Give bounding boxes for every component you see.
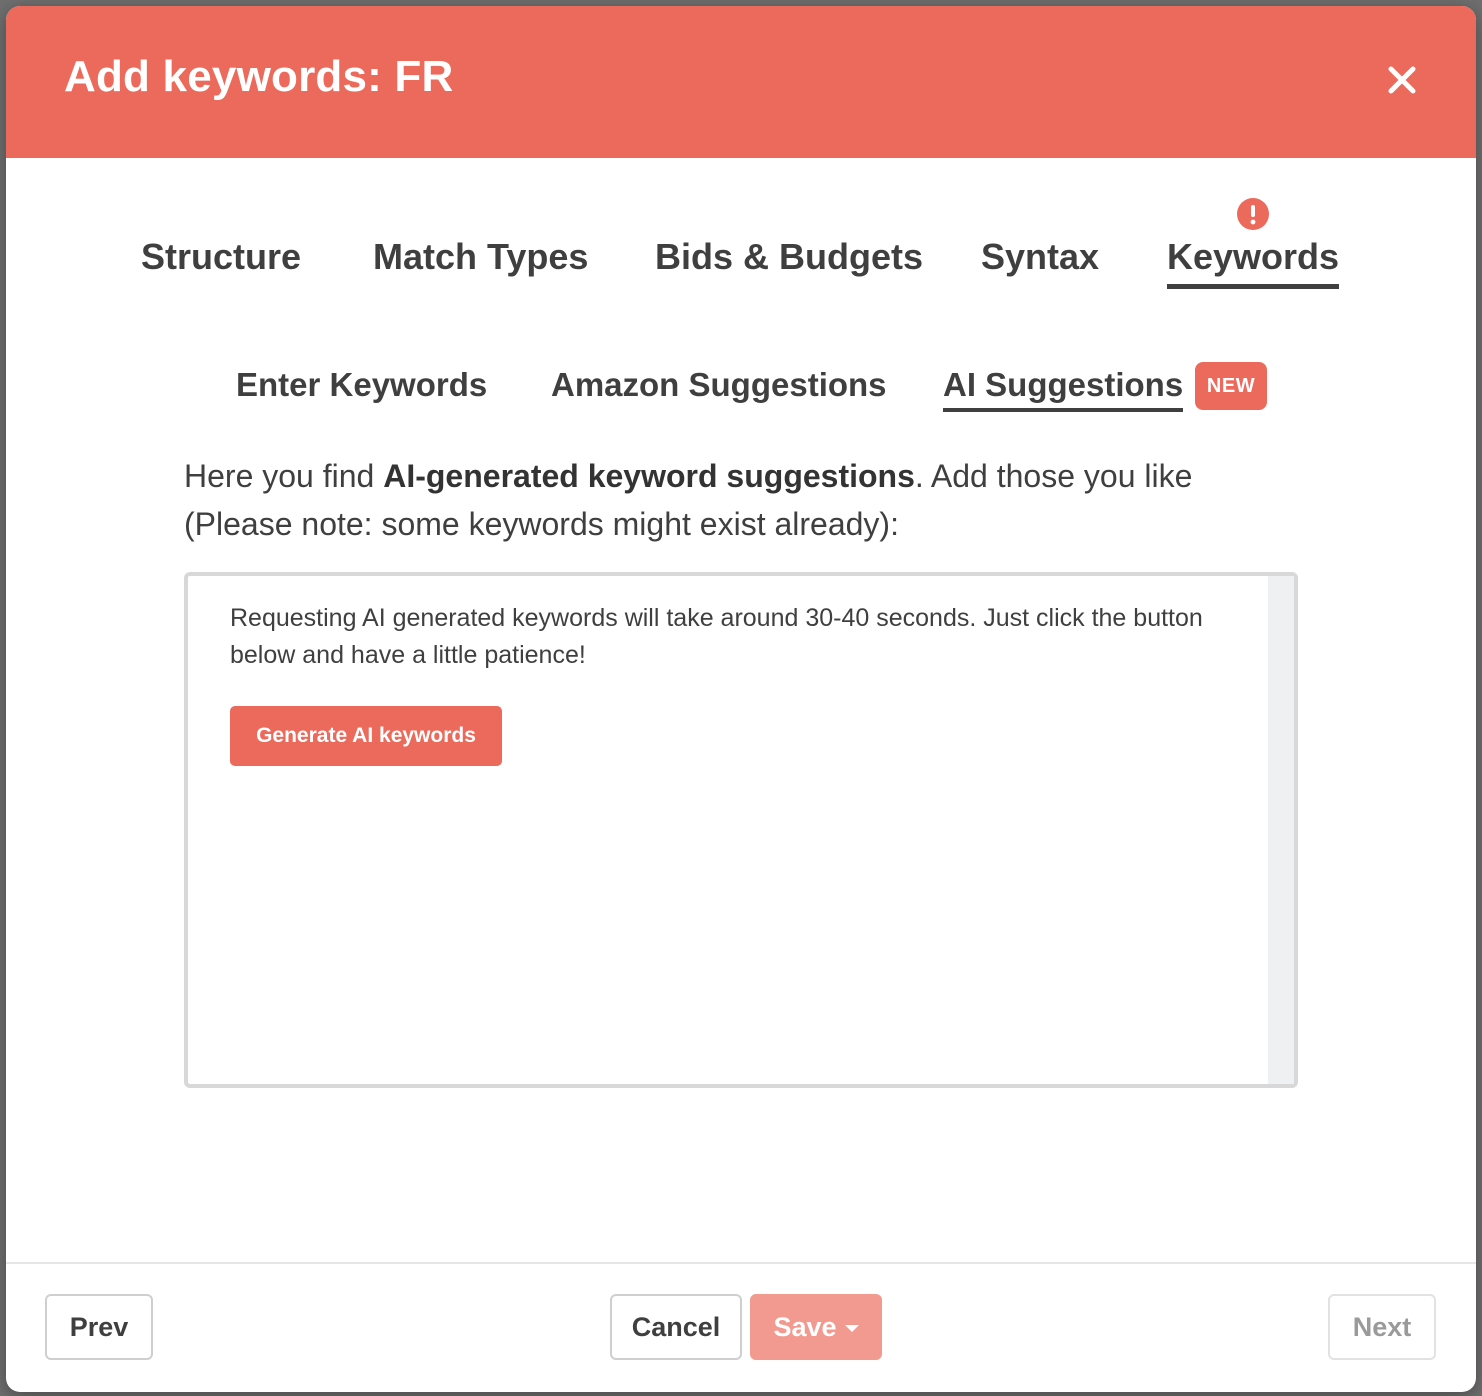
- close-icon: [1388, 66, 1416, 94]
- tab-match-types[interactable]: Match Types: [373, 236, 588, 284]
- add-keywords-modal: Add keywords: FR Structure Match Types B…: [6, 6, 1476, 1392]
- tab-bids-budgets[interactable]: Bids & Budgets: [655, 236, 923, 284]
- save-label: Save: [773, 1311, 837, 1342]
- caret-down-icon: [844, 1324, 859, 1332]
- exclamation-circle-icon: [1237, 198, 1269, 230]
- modal-header: Add keywords: FR: [6, 6, 1476, 158]
- next-button[interactable]: Next: [1328, 1294, 1436, 1360]
- wizard-tabs: Structure Match Types Bids & Budgets Syn…: [6, 196, 1476, 306]
- new-badge: NEW: [1195, 362, 1267, 410]
- ai-request-message: Requesting AI generated keywords will ta…: [230, 604, 1203, 669]
- modal-footer: Prev Cancel Save Next: [6, 1262, 1476, 1392]
- intro-bold: AI-generated keyword suggestions: [383, 458, 915, 494]
- cancel-button[interactable]: Cancel: [610, 1294, 742, 1360]
- tab-syntax[interactable]: Syntax: [981, 236, 1099, 284]
- tab-structure[interactable]: Structure: [141, 236, 301, 284]
- prev-button[interactable]: Prev: [45, 1294, 153, 1360]
- modal-title: Add keywords: FR: [64, 52, 454, 101]
- subtab-ai-suggestions[interactable]: AI Suggestions: [943, 366, 1184, 412]
- subtab-amazon-suggestions[interactable]: Amazon Suggestions: [551, 366, 887, 408]
- ai-suggestions-panel: Requesting AI generated keywords will ta…: [184, 572, 1298, 1088]
- panel-scrollbar[interactable]: [1268, 576, 1294, 1084]
- generate-ai-keywords-button[interactable]: Generate AI keywords: [230, 706, 502, 766]
- subtab-enter-keywords[interactable]: Enter Keywords: [236, 366, 487, 408]
- intro-prefix: Here you find: [184, 458, 384, 494]
- intro-text: Here you find AI-generated keyword sugge…: [184, 452, 1284, 548]
- tab-keywords[interactable]: Keywords: [1167, 236, 1340, 289]
- close-button[interactable]: [1382, 60, 1422, 100]
- keyword-source-tabs: Enter Keywords Amazon Suggestions AI Sug…: [6, 362, 1476, 422]
- save-button[interactable]: Save: [750, 1294, 882, 1360]
